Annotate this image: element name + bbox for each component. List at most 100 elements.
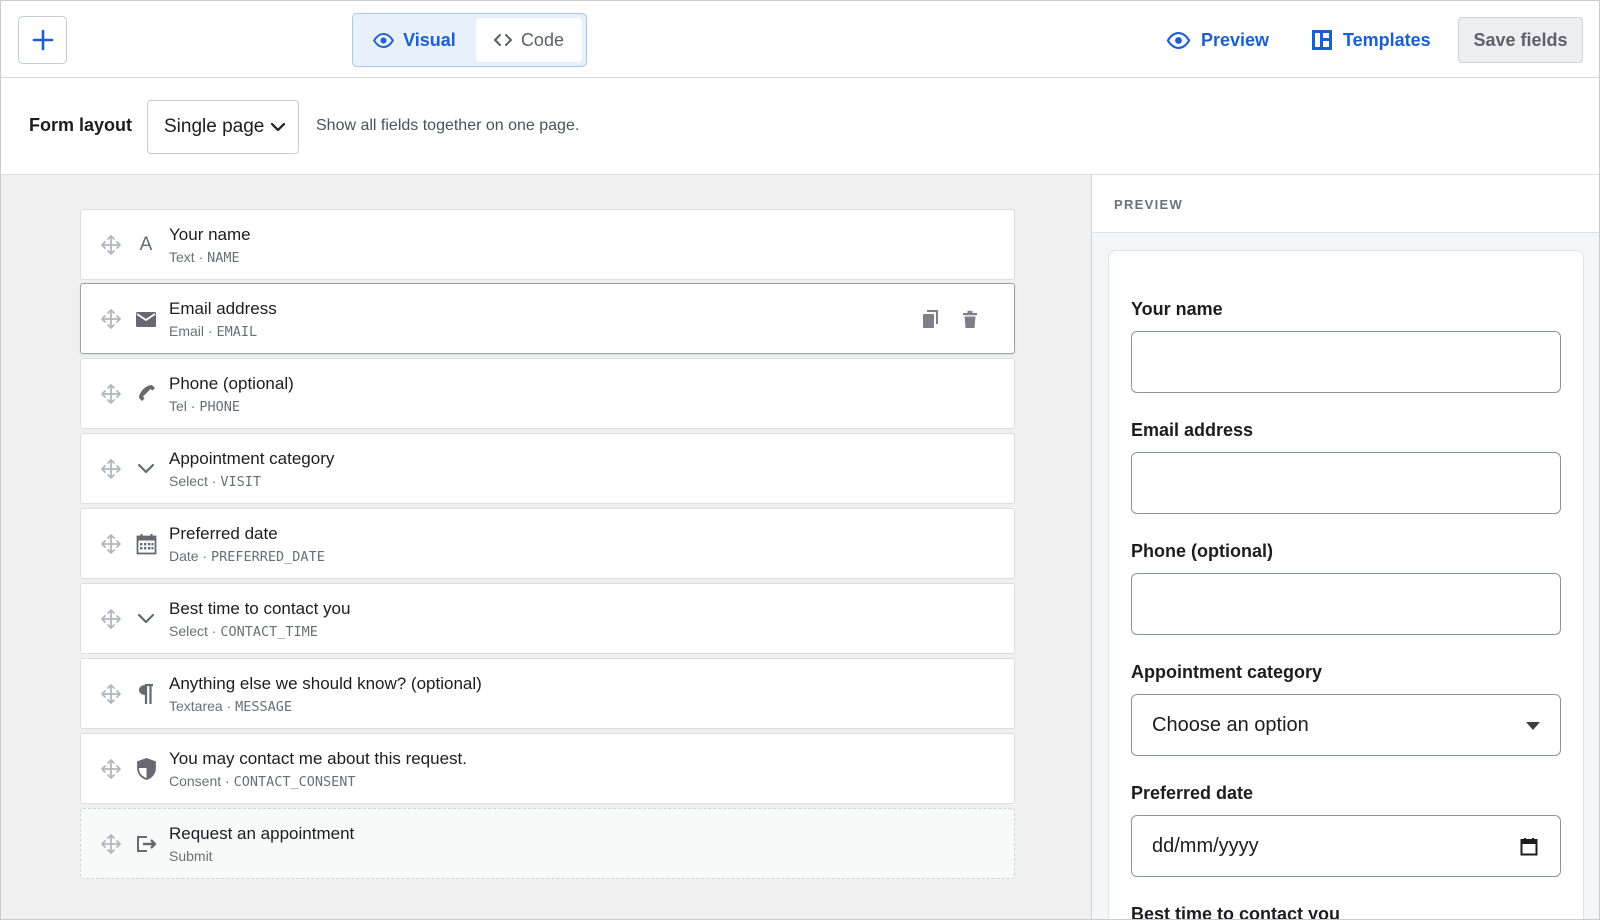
chevron-down-icon xyxy=(134,607,158,631)
add-field-button[interactable] xyxy=(18,16,67,64)
preview-phone-input[interactable] xyxy=(1131,573,1561,635)
preview-panel: PREVIEW Your name Email address Phone (o… xyxy=(1092,175,1599,920)
preview-email-input[interactable] xyxy=(1131,452,1561,514)
field-key: NAME xyxy=(207,250,240,266)
chevron-down-icon xyxy=(134,457,158,481)
field-key: PHONE xyxy=(199,399,240,415)
field-type: Email xyxy=(169,323,205,339)
field-card[interactable]: Phone (optional) Tel · PHONE xyxy=(80,358,1015,429)
field-title: Anything else we should know? (optional) xyxy=(169,674,482,693)
field-type: Select xyxy=(169,473,208,489)
meta-separator: · xyxy=(194,249,208,265)
drag-handle-icon[interactable] xyxy=(100,608,122,630)
field-type: Text xyxy=(169,249,195,265)
field-title: Your name xyxy=(169,225,251,244)
field-type: Consent xyxy=(169,773,222,789)
preview-header: PREVIEW xyxy=(1092,175,1599,233)
drag-handle-icon[interactable] xyxy=(100,308,122,330)
drag-handle-icon[interactable] xyxy=(100,758,122,780)
field-type: Submit xyxy=(169,848,213,864)
meta-separator: · xyxy=(198,548,212,564)
field-key: CONTACT_CONSENT xyxy=(233,774,356,790)
field-key: PREFERRED_DATE xyxy=(211,549,325,565)
field-list-canvas: A Your name Text · NAME Email address Em… xyxy=(1,175,1092,919)
templates-button[interactable]: Templates xyxy=(1311,19,1431,61)
meta-separator: · xyxy=(207,623,221,639)
shield-icon xyxy=(134,757,158,781)
field-card[interactable]: Best time to contact you Select · CONTAC… xyxy=(80,583,1015,654)
preview-date-input[interactable]: dd/mm/yyyy xyxy=(1131,815,1561,877)
duplicate-field-button[interactable] xyxy=(919,308,941,330)
chevron-down-icon xyxy=(271,122,286,132)
drag-handle-icon[interactable] xyxy=(100,533,122,555)
field-title: Email address xyxy=(169,299,277,318)
drag-handle-icon[interactable] xyxy=(100,683,122,705)
preview-label: Email address xyxy=(1131,420,1254,440)
drag-handle-icon[interactable] xyxy=(100,383,122,405)
drag-handle-icon[interactable] xyxy=(100,458,122,480)
field-meta: Tel · PHONE xyxy=(169,398,240,415)
field-card[interactable]: Anything else we should know? (optional)… xyxy=(80,658,1015,729)
preview-label: Best time to contact you xyxy=(1131,904,1341,920)
preview-label: Your name xyxy=(1131,299,1223,319)
plus-icon xyxy=(32,29,53,51)
preview-form: Your name Email address Phone (optional)… xyxy=(1108,250,1584,920)
save-fields-button[interactable]: Save fields xyxy=(1458,17,1583,63)
field-meta: Email · EMAIL xyxy=(169,323,257,340)
drag-handle-icon[interactable] xyxy=(100,833,122,855)
field-key: VISIT xyxy=(220,474,262,490)
field-type: Tel xyxy=(169,398,187,414)
meta-separator: · xyxy=(207,473,221,489)
copy-icon xyxy=(922,309,938,328)
field-card[interactable]: A Your name Text · NAME xyxy=(80,209,1015,280)
preview-label: Appointment category xyxy=(1131,662,1323,682)
field-title: Phone (optional) xyxy=(169,374,294,393)
field-title: You may contact me about this request. xyxy=(169,749,467,768)
trash-icon xyxy=(963,310,977,328)
preview-button[interactable]: Preview xyxy=(1166,19,1269,61)
meta-separator: · xyxy=(186,398,200,414)
visual-mode-label: Visual xyxy=(403,29,456,50)
form-builder-window: Visual Code Preview Templates Save field… xyxy=(0,0,1600,920)
code-mode-label: Code xyxy=(520,29,564,50)
field-type: Date xyxy=(169,548,199,564)
preview-category-select[interactable]: Choose an option xyxy=(1131,694,1561,756)
field-card[interactable]: You may contact me about this request. C… xyxy=(80,733,1015,804)
preview-label: Preferred date xyxy=(1131,783,1254,803)
preview-select-value: Choose an option xyxy=(1152,713,1309,736)
field-title: Preferred date xyxy=(169,524,278,543)
form-layout-select[interactable]: Single page xyxy=(147,100,299,154)
field-card[interactable]: Preferred date Date · PREFERRED_DATE xyxy=(80,508,1015,579)
field-type: Textarea xyxy=(169,698,223,714)
delete-field-button[interactable] xyxy=(959,308,981,330)
templates-icon xyxy=(1312,30,1332,50)
envelope-icon xyxy=(134,307,158,331)
editor-mode-switch: Visual Code xyxy=(352,13,587,67)
meta-separator: · xyxy=(221,773,234,789)
preview-name-input[interactable] xyxy=(1131,331,1561,393)
field-meta: Select · CONTACT_TIME xyxy=(169,623,318,640)
submit-field-card[interactable]: Request an appointment Submit xyxy=(80,808,1015,879)
preview-heading: PREVIEW xyxy=(1114,197,1184,212)
text-icon: A xyxy=(139,234,153,255)
field-meta: Select · VISIT xyxy=(169,473,261,490)
drag-handle-icon[interactable] xyxy=(100,234,122,256)
calendar-icon[interactable] xyxy=(1520,837,1538,856)
preview-date-placeholder: dd/mm/yyyy xyxy=(1152,834,1259,857)
phone-icon xyxy=(134,382,158,406)
visual-mode-tab[interactable]: Visual xyxy=(357,18,472,62)
field-card-selected[interactable]: Email address Email · EMAIL xyxy=(80,283,1015,354)
field-type: Select xyxy=(169,623,208,639)
field-card[interactable]: Appointment category Select · VISIT xyxy=(80,433,1015,504)
meta-separator: · xyxy=(222,698,236,714)
meta-separator: · xyxy=(204,323,217,339)
code-mode-tab[interactable]: Code xyxy=(475,18,582,62)
field-key: CONTACT_TIME xyxy=(220,624,318,640)
form-layout-label: Form layout xyxy=(29,115,133,135)
form-layout-value: Single page xyxy=(164,116,265,137)
field-meta: Date · PREFERRED_DATE xyxy=(169,548,325,565)
paragraph-icon xyxy=(134,682,158,706)
preview-button-label: Preview xyxy=(1201,29,1270,50)
eye-icon xyxy=(1166,31,1191,49)
submit-icon xyxy=(134,832,158,856)
